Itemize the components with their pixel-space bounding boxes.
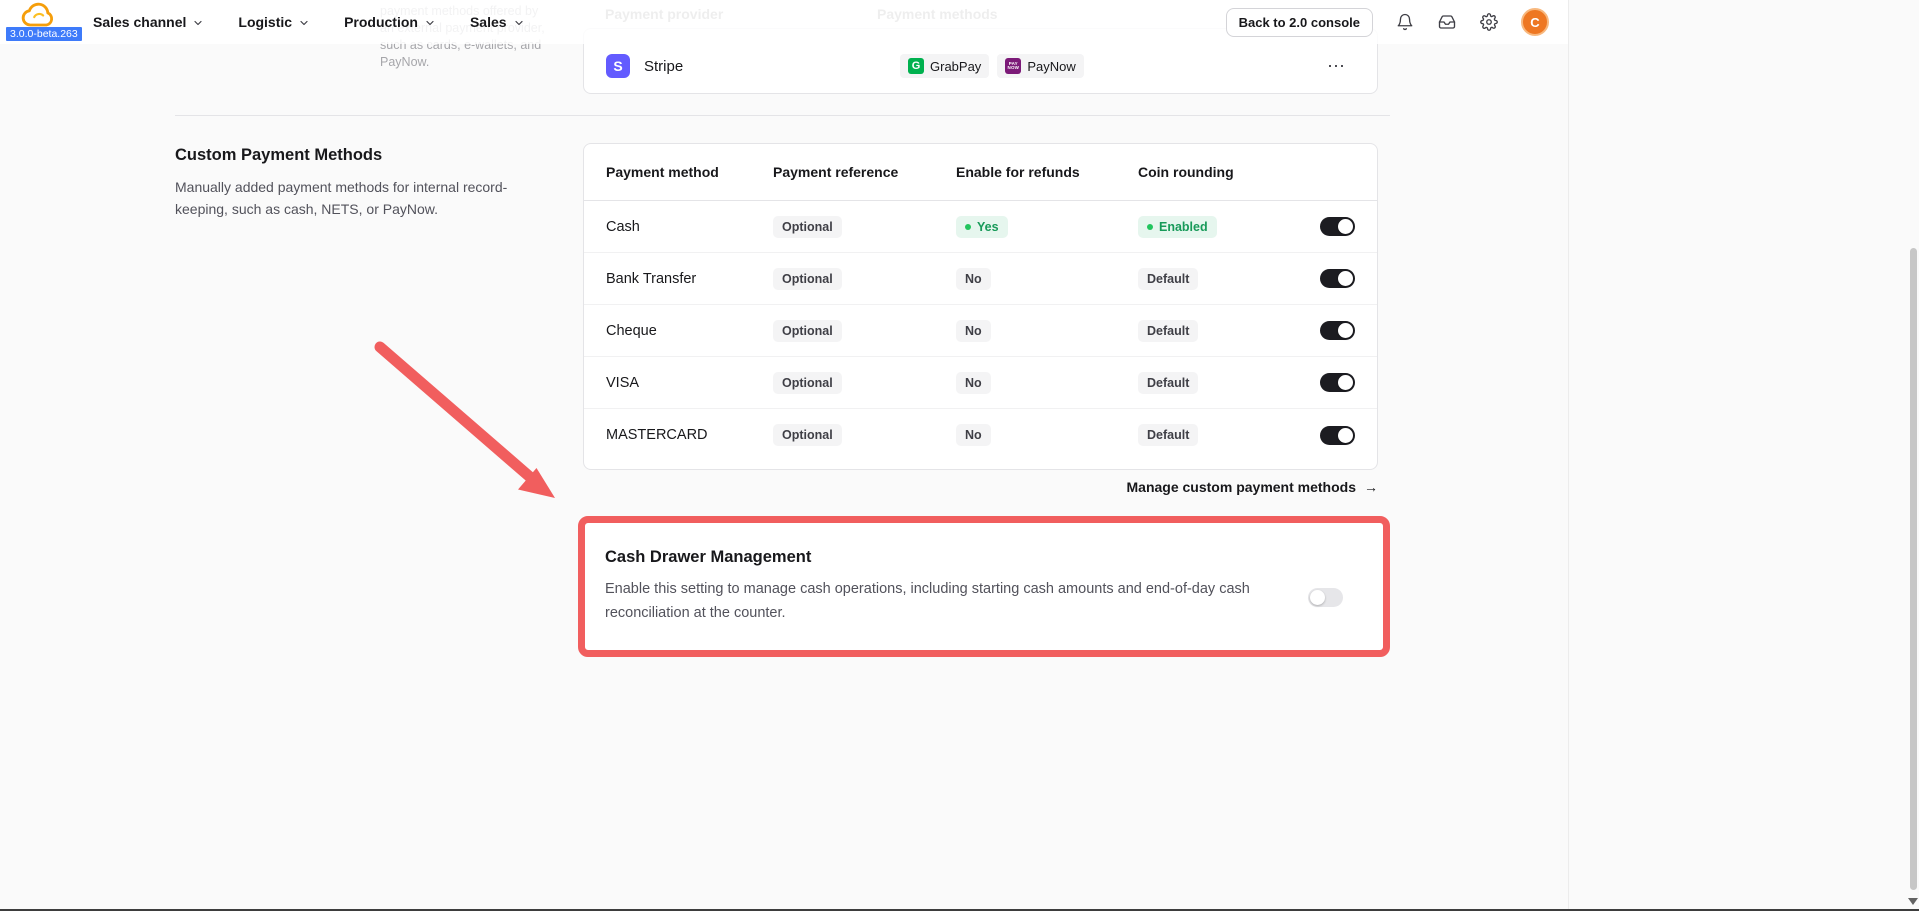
method-badge-label: GrabPay [930, 58, 982, 74]
notifications-bell-icon[interactable] [1395, 12, 1415, 32]
rounding-badge: Enabled [1138, 215, 1217, 238]
row-enable-toggle[interactable] [1320, 425, 1355, 445]
row-actions-button[interactable]: ⋯ [1327, 57, 1347, 75]
main-nav: Sales channel Logistic Production Sales [93, 14, 525, 30]
provider-name: Stripe [644, 57, 684, 75]
toggle-knob [1338, 427, 1353, 443]
manage-link-label: Manage custom payment methods [1126, 479, 1357, 495]
row-enable-toggle[interactable] [1320, 217, 1355, 236]
chevron-down-icon [300, 20, 308, 25]
reference-badge: Optional [773, 215, 842, 238]
row-enable-toggle[interactable] [1320, 269, 1355, 288]
table-row-mastercard: MASTERCARD Optional No Default [584, 409, 1377, 461]
method-badge-grabpay: G GrabPay [900, 54, 990, 78]
manage-custom-payment-methods-link[interactable]: Manage custom payment methods → [583, 479, 1379, 495]
row-enable-toggle[interactable] [1320, 373, 1355, 392]
nav-item-label: Production [344, 14, 418, 30]
toggle-knob [1338, 375, 1353, 390]
cash-drawer-title: Cash Drawer Management [605, 548, 812, 566]
rounding-badge: Default [1138, 319, 1199, 342]
refunds-badge: No [956, 371, 991, 394]
cash-drawer-toggle[interactable] [1308, 588, 1343, 607]
chevron-down-icon [426, 20, 434, 25]
table-body: Cash Optional Yes Enabled Bank Transfer … [584, 201, 1377, 461]
top-navigation-bar: 3.0.0-beta.263 Sales channel Logistic Pr… [0, 0, 1568, 44]
nav-item-label: Sales channel [93, 14, 187, 30]
payment-method-name: MASTERCARD [606, 427, 708, 443]
toggle-knob [1338, 271, 1353, 286]
version-badge: 3.0.0-beta.263 [6, 27, 82, 41]
chevron-down-icon [514, 20, 523, 25]
app-window-edge [1568, 0, 1569, 909]
table-row-bank-transfer: Bank Transfer Optional No Default [584, 253, 1377, 305]
custom-payment-methods-description: Manually added payment methods for inter… [175, 179, 508, 217]
grabpay-logo-icon: G [908, 58, 924, 74]
scrollbar-down-button[interactable] [1908, 898, 1918, 905]
rounding-badge: Default [1138, 267, 1199, 290]
payment-method-name: VISA [606, 374, 640, 391]
nav-item-logistic[interactable]: Logistic [238, 14, 310, 30]
nav-item-sales[interactable]: Sales [470, 14, 525, 30]
col-header-coin-rounding: Coin rounding [1138, 164, 1234, 180]
header-actions: Back to 2.0 console C [1225, 7, 1549, 37]
app-logo[interactable] [20, 2, 60, 28]
reference-badge: Optional [773, 424, 842, 446]
payment-method-name: Cheque [606, 322, 657, 339]
table-row-cash: Cash Optional Yes Enabled [584, 201, 1377, 253]
scrollbar-thumb[interactable] [1910, 248, 1917, 890]
col-header-enable-for-refunds: Enable for refunds [956, 164, 1080, 180]
chevron-down-icon [194, 20, 202, 25]
refunds-badge: No [956, 424, 991, 446]
nav-item-sales-channel[interactable]: Sales channel [93, 14, 204, 30]
nav-item-label: Sales [469, 14, 507, 30]
reference-badge: Optional [773, 319, 842, 342]
table-header-row: Payment method Payment reference Enable … [584, 144, 1377, 201]
provider-method-badges: G GrabPay PAY NOW PayNow [900, 54, 1084, 78]
custom-payment-methods-title: Custom Payment Methods [175, 146, 383, 164]
arrow-right-icon: → [1364, 479, 1378, 495]
section-divider [175, 115, 1390, 116]
method-badge-paynow: PAY NOW PayNow [997, 54, 1084, 78]
reference-badge: Optional [773, 267, 842, 290]
paynow-logo-icon: PAY NOW [1005, 58, 1022, 74]
custom-payment-methods-table: Payment method Payment reference Enable … [583, 143, 1378, 470]
status-dot-icon [1147, 223, 1153, 230]
refunds-badge: Yes [956, 215, 1008, 238]
provider-row-stripe: S Stripe G GrabPay PAY NOW PayNow ⋯ [606, 40, 1355, 92]
rounding-badge: Default [1138, 424, 1199, 446]
cash-drawer-card: Cash Drawer Management Enable this setti… [605, 548, 1308, 625]
settings-gear-icon[interactable] [1479, 12, 1499, 32]
toggle-knob [1338, 219, 1353, 234]
refunds-badge: No [956, 267, 991, 290]
toggle-knob [1338, 323, 1353, 338]
payment-method-name: Bank Transfer [606, 270, 697, 287]
cloud-logo-icon [21, 2, 54, 27]
row-enable-toggle[interactable] [1320, 321, 1355, 340]
cash-drawer-description: Enable this setting to manage cash opera… [605, 581, 1250, 621]
reference-badge: Optional [773, 371, 842, 394]
annotation-arrow [374, 341, 555, 498]
rounding-badge: Default [1138, 371, 1199, 394]
table-row-visa: VISA Optional No Default [584, 357, 1377, 409]
nav-item-label: Logistic [238, 14, 293, 30]
inbox-tray-icon[interactable] [1437, 12, 1457, 32]
user-avatar[interactable]: C [1521, 8, 1549, 36]
status-dot-icon [965, 223, 971, 230]
payment-method-name: Cash [606, 218, 640, 235]
col-header-payment-reference: Payment reference [773, 164, 899, 180]
annotation-highlight-box: Cash Drawer Management Enable this setti… [578, 516, 1390, 657]
refunds-badge: No [956, 319, 991, 342]
table-row-cheque: Cheque Optional No Default [584, 305, 1377, 357]
toggle-knob [1310, 590, 1325, 605]
nav-item-production[interactable]: Production [344, 14, 436, 30]
method-badge-label: PayNow [1027, 58, 1076, 74]
stripe-logo-icon: S [606, 54, 630, 78]
col-header-payment-method: Payment method [606, 164, 719, 180]
back-to-console-button[interactable]: Back to 2.0 console [1225, 7, 1373, 37]
